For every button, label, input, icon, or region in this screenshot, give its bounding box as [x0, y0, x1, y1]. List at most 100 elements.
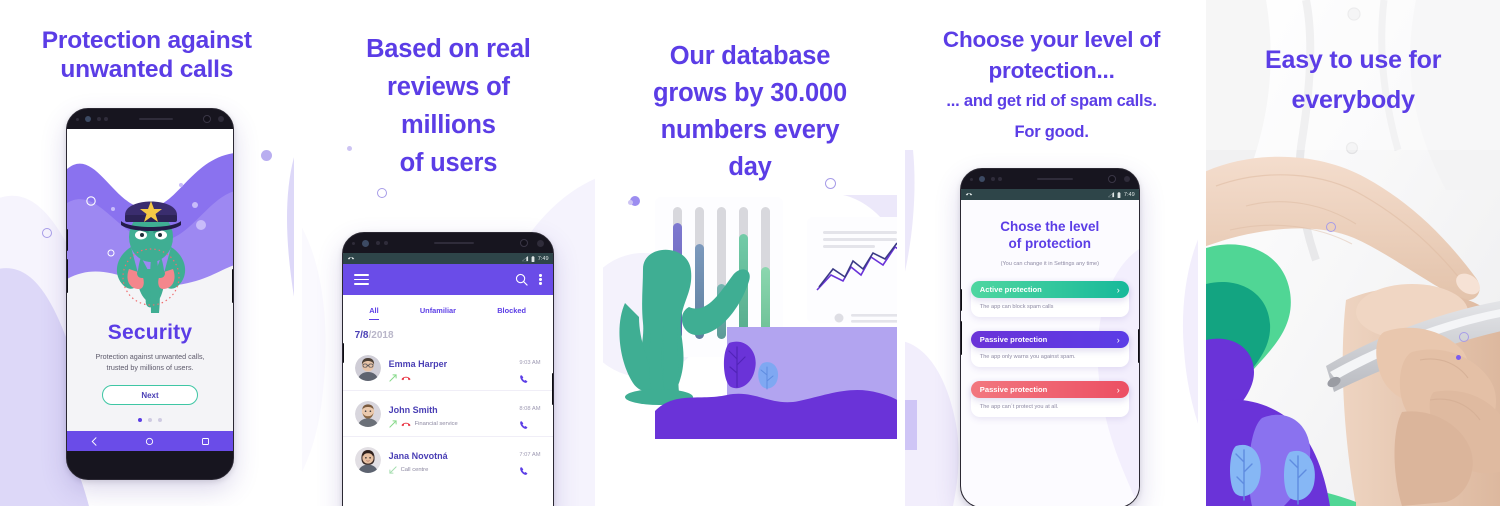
level-description: The app can´t protect you at all.	[979, 404, 1059, 410]
table-row[interactable]: John Smith Financial service 8:08 AM	[342, 390, 553, 436]
home-icon[interactable]	[145, 437, 154, 446]
headline-line: of users	[399, 149, 498, 177]
headline-line: everybody	[1291, 86, 1415, 114]
power-button[interactable]	[551, 373, 553, 405]
incoming-call-icon	[388, 465, 397, 474]
panel-headline: Easy to use for everybody	[1206, 0, 1500, 120]
search-icon[interactable]	[515, 273, 528, 286]
sensor-icon	[997, 177, 1002, 181]
call-meta: Financial service	[388, 419, 512, 428]
call-meta: Call centre	[388, 465, 512, 474]
back-icon[interactable]	[90, 436, 99, 446]
volume-button[interactable]	[342, 343, 344, 363]
decor-ring-icon	[42, 228, 52, 238]
call-meta	[388, 373, 512, 382]
status-time: 7:49	[537, 255, 549, 262]
phone-screen: 7:49 All Unfamiliar Blocked 7/8/2018 Emm…	[342, 253, 553, 506]
headline-line: grows by 30.000	[652, 79, 847, 107]
page-dot[interactable]	[148, 418, 152, 422]
front-camera-icon	[978, 176, 985, 182]
no-protection-pill[interactable]: Passive protection ›	[970, 381, 1129, 398]
call-tag: Financial service	[414, 420, 458, 427]
screen-note: (You can change it in Settings any time)	[1000, 261, 1099, 267]
phone-bezel-top	[67, 109, 233, 129]
decor-ring-icon	[376, 188, 387, 198]
volume-button[interactable]	[960, 289, 962, 311]
active-protection-pill[interactable]: Active protection ›	[970, 281, 1129, 298]
front-camera-icon	[85, 116, 91, 122]
octopus-police-icon	[67, 129, 233, 319]
status-bar: 7:49	[342, 253, 553, 264]
signal-icon	[1107, 191, 1114, 197]
earpiece-icon	[433, 241, 474, 245]
headline-line: protection...	[988, 58, 1115, 83]
table-row[interactable]: Jana Novotná Call centre 7:07 AM	[342, 436, 553, 482]
protection-level-card[interactable]: Active protection › The app can block sp…	[970, 281, 1129, 317]
next-button[interactable]: Next	[102, 385, 198, 405]
decor-dot-icon	[628, 200, 634, 205]
call-time: 7:07 AM	[519, 452, 541, 458]
level-label: Passive protection	[979, 335, 1048, 344]
camera-icon	[203, 115, 211, 123]
volume-button[interactable]	[67, 229, 68, 251]
headline-line: Our database	[669, 42, 831, 70]
camera-icon	[519, 239, 528, 247]
sensor-icon	[104, 117, 108, 121]
octopus-with-chart-icon	[603, 195, 897, 439]
sensor-icon	[969, 177, 973, 181]
phone-bezel-top	[343, 233, 553, 253]
sensor-icon	[1123, 176, 1130, 182]
phone-mockup: Security Protection against unwanted cal…	[66, 108, 234, 480]
phone-bezel-top	[961, 169, 1139, 189]
table-row[interactable]: Emma Harper 9:03 AM	[342, 345, 553, 390]
date-header: 7/8/2018	[342, 320, 553, 345]
panel-protection: Protection against unwanted calls Securi…	[0, 0, 294, 506]
tab-all[interactable]: All	[369, 306, 379, 320]
more-vert-icon[interactable]	[539, 273, 542, 287]
volume-button[interactable]	[960, 321, 962, 355]
contact-name: Emma Harper	[388, 358, 448, 369]
power-button[interactable]	[1137, 329, 1139, 363]
panel-headline: Protection against unwanted calls	[0, 0, 294, 84]
sensor-icon	[375, 241, 380, 245]
headline-line: day	[728, 153, 772, 181]
call-button-icon[interactable]	[519, 420, 529, 430]
panel-headline: Choose your level of protection... ... a…	[905, 0, 1199, 148]
call-button-icon[interactable]	[519, 466, 529, 476]
sensor-icon	[990, 177, 995, 181]
page-dot[interactable]	[138, 418, 142, 422]
headline-line: unwanted calls	[60, 56, 234, 83]
date-day: 7/8	[354, 330, 369, 341]
power-button[interactable]	[232, 269, 233, 303]
sensor-icon	[383, 241, 388, 245]
tab-unfamiliar[interactable]: Unfamiliar	[420, 306, 456, 320]
phone-screen: Security Protection against unwanted cal…	[67, 129, 233, 451]
decor-dot-icon	[261, 150, 272, 161]
call-tag: Call centre	[400, 466, 429, 473]
passive-protection-pill[interactable]: Passive protection ›	[970, 331, 1129, 348]
onboarding-page-dots	[67, 418, 233, 422]
protection-level-card[interactable]: Passive protection › The app can´t prote…	[970, 381, 1129, 417]
level-label: Passive protection	[979, 385, 1048, 394]
phone-mockup: 7:49 Chose the level of protection (You …	[959, 168, 1140, 506]
headline-line: Based on real	[366, 35, 531, 63]
tab-blocked[interactable]: Blocked	[497, 306, 526, 320]
panel-reviews: Based on real reviews of millions of use…	[301, 0, 596, 506]
subheadline-line: ... and get rid of spam calls.	[946, 92, 1157, 110]
avatar	[354, 446, 381, 473]
sensor-icon	[97, 117, 101, 121]
volume-button[interactable]	[67, 259, 68, 293]
page-dot[interactable]	[158, 418, 162, 422]
screenshot-gallery: Protection against unwanted calls Securi…	[0, 0, 1500, 506]
sensor-icon	[536, 239, 544, 247]
call-info: Emma Harper	[389, 354, 512, 382]
level-description: The app can block spam calls	[979, 304, 1054, 310]
protection-level-card[interactable]: Passive protection › The app only warns …	[970, 331, 1129, 367]
sensor-icon	[218, 116, 224, 122]
level-label: Active protection	[979, 285, 1042, 294]
hamburger-icon[interactable]	[353, 272, 369, 288]
recents-icon[interactable]	[201, 437, 210, 446]
headline-line: Choose your level of	[942, 27, 1161, 52]
call-button-icon[interactable]	[519, 374, 529, 384]
sensor-icon	[76, 117, 79, 121]
